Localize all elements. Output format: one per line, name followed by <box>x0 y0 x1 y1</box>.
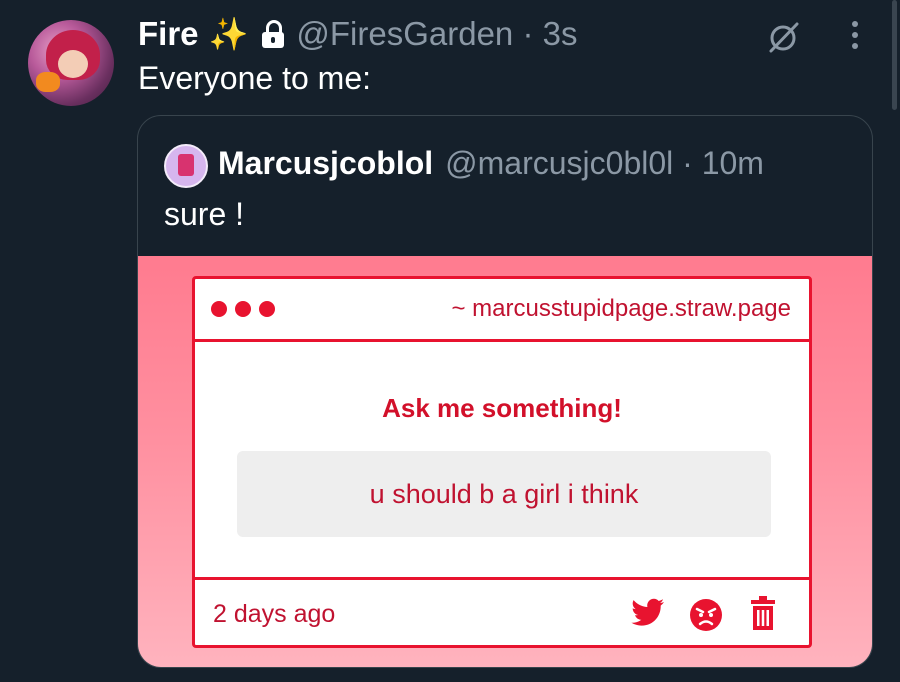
angry-face-icon <box>690 599 722 631</box>
quoted-handle-and-time[interactable]: @marcusjc0bl0l · 10m <box>445 145 764 182</box>
scrollbar[interactable] <box>892 0 897 110</box>
card-footer: 2 days ago <box>195 577 809 648</box>
quoted-avatar[interactable] <box>164 144 208 188</box>
card-title-bar: ~ marcusstupidpage.straw.page <box>195 279 809 342</box>
card-heading: Ask me something! <box>382 393 622 423</box>
window-dot <box>259 301 275 317</box>
card-url: ~ marcusstupidpage.straw.page <box>451 295 791 322</box>
window-dot <box>235 301 251 317</box>
quoted-tweet[interactable]: Marcusjcoblol @marcusjc0bl0l · 10m sure … <box>137 115 873 668</box>
quoted-text: sure ! <box>164 196 245 232</box>
display-name[interactable]: Fire <box>138 15 199 53</box>
quoted-header: Marcusjcoblol @marcusjc0bl0l · 10m <box>218 142 764 184</box>
tweet-text: Everyone to me: <box>138 60 371 96</box>
grok-icon[interactable] <box>765 20 801 56</box>
quoted-display-name[interactable]: Marcusjcoblol <box>218 145 433 182</box>
ask-card: ~ marcusstupidpage.straw.page Ask me som… <box>192 276 812 648</box>
twitter-bird-icon <box>631 598 664 626</box>
card-timestamp: 2 days ago <box>213 600 336 628</box>
handle-and-time[interactable]: @FiresGarden · 3s <box>296 15 577 53</box>
window-dot <box>211 301 227 317</box>
avatar[interactable] <box>28 20 114 106</box>
lock-icon <box>262 20 285 48</box>
sparkles-emoji: ✨ <box>208 16 249 52</box>
media-image[interactable]: ~ marcusstupidpage.straw.page Ask me som… <box>138 256 872 667</box>
trash-icon <box>751 596 775 630</box>
question-box: u should b a girl i think <box>237 451 771 537</box>
tweet-header: Fire ✨ @FiresGarden · 3s <box>138 14 577 54</box>
more-icon[interactable] <box>848 18 862 52</box>
